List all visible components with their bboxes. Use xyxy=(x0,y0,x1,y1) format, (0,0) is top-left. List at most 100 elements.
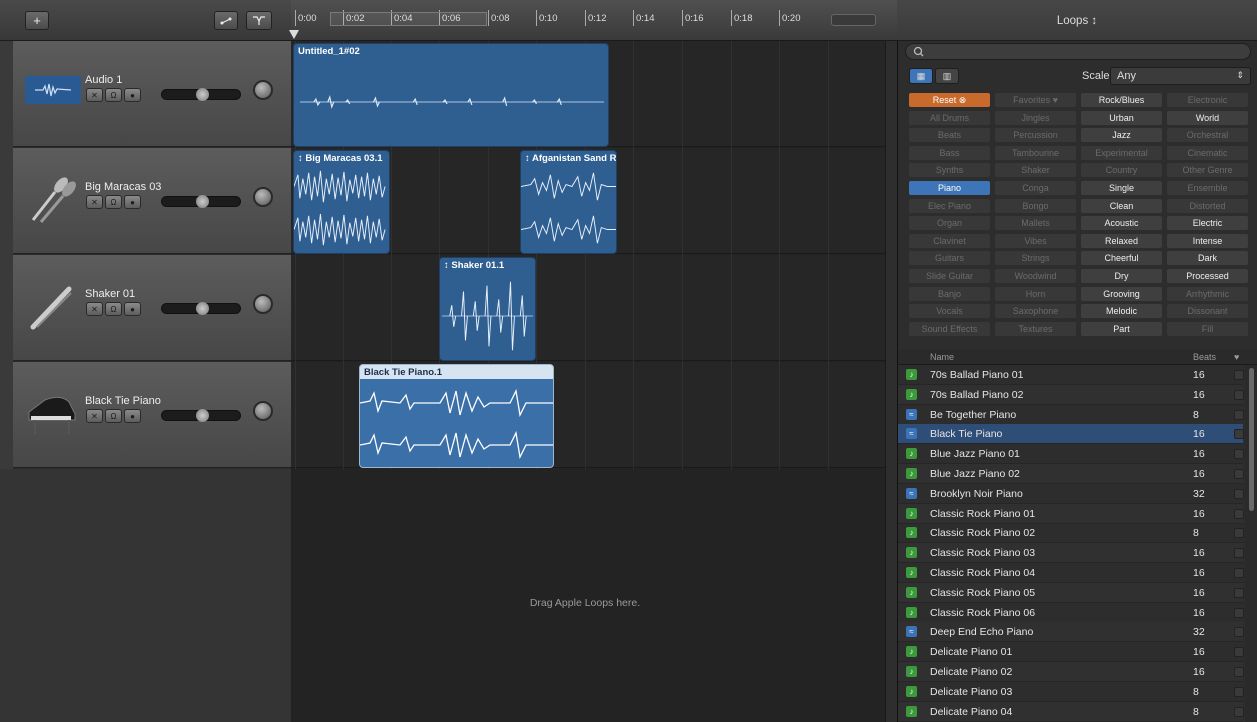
keyword-button-mallets[interactable]: Mallets xyxy=(995,216,1076,231)
favorite-checkbox[interactable] xyxy=(1234,449,1244,460)
keyword-button-arrhythmic[interactable]: Arrhythmic xyxy=(1167,286,1248,301)
solo-button[interactable]: Ω xyxy=(105,195,122,209)
track-name[interactable]: Shaker 01 xyxy=(85,288,135,300)
keyword-button-saxophone[interactable]: Saxophone xyxy=(995,304,1076,319)
button-view-button[interactable]: ▦ xyxy=(909,68,933,84)
mute-button[interactable]: ✕ xyxy=(86,409,103,423)
pan-knob[interactable] xyxy=(253,80,273,100)
volume-knob[interactable] xyxy=(196,88,209,101)
loop-list-item[interactable]: ♪ Classic Rock Piano 06 16 xyxy=(898,603,1244,623)
favorite-checkbox[interactable] xyxy=(1234,370,1244,380)
track-lane[interactable] xyxy=(291,255,885,361)
keyword-button-cinematic[interactable]: Cinematic xyxy=(1167,145,1248,160)
track-header-black-tie-piano[interactable]: Black Tie Piano ✕ Ω ● xyxy=(13,362,291,468)
keyword-button-clavinet[interactable]: Clavinet xyxy=(909,233,990,248)
loop-list-item[interactable]: ♪ Delicate Piano 04 8 xyxy=(898,701,1244,722)
pan-knob[interactable] xyxy=(253,294,273,314)
keyword-button-grooving[interactable]: Grooving xyxy=(1081,286,1162,301)
mute-button[interactable]: ✕ xyxy=(86,88,103,102)
keyword-button-single[interactable]: Single xyxy=(1081,181,1162,195)
record-enable-button[interactable]: ● xyxy=(124,409,141,423)
track-header-shaker[interactable]: Shaker 01 ✕ Ω ● xyxy=(13,255,291,361)
keyword-button-slide-guitar[interactable]: Slide Guitar xyxy=(909,269,990,283)
record-enable-button[interactable]: ● xyxy=(124,195,141,209)
loop-list-item[interactable]: ♪ Blue Jazz Piano 01 16 xyxy=(898,444,1244,465)
favorite-checkbox[interactable] xyxy=(1234,568,1244,578)
pan-knob[interactable] xyxy=(253,401,273,421)
loop-list-item[interactable]: ♪ Delicate Piano 01 16 xyxy=(898,642,1244,663)
keyword-button-all-drums[interactable]: All Drums xyxy=(909,110,990,125)
loop-list-item[interactable]: ♪ Delicate Piano 02 16 xyxy=(898,662,1244,682)
record-enable-button[interactable]: ● xyxy=(124,302,141,316)
keyword-button-melodic[interactable]: Melodic xyxy=(1081,304,1162,319)
automation-button[interactable] xyxy=(214,11,238,30)
add-track-button[interactable]: + xyxy=(25,11,49,30)
keyword-button-vibes[interactable]: Vibes xyxy=(995,233,1076,248)
keyword-button-tambourine[interactable]: Tambourine xyxy=(995,145,1076,160)
favorite-checkbox[interactable] xyxy=(1234,508,1244,519)
keyword-button-relaxed[interactable]: Relaxed xyxy=(1081,233,1162,248)
favorite-checkbox[interactable] xyxy=(1234,627,1244,638)
loop-list-item[interactable]: ♪ Classic Rock Piano 05 16 xyxy=(898,582,1244,603)
loop-list-item[interactable]: ≈ Be Together Piano 8 xyxy=(898,405,1244,425)
track-header-big-maracas[interactable]: Big Maracas 03 ✕ Ω ● xyxy=(13,148,291,254)
keyword-button-dark[interactable]: Dark xyxy=(1167,251,1248,266)
cycle-region[interactable] xyxy=(330,12,487,26)
keyword-button-urban[interactable]: Urban xyxy=(1081,110,1162,125)
keyword-button-jingles[interactable]: Jingles xyxy=(995,110,1076,125)
track-name[interactable]: Black Tie Piano xyxy=(85,395,161,407)
favorite-checkbox[interactable] xyxy=(1234,607,1244,618)
keyword-button-piano[interactable]: Piano xyxy=(909,181,990,195)
loop-list-item[interactable]: ≈ Black Tie Piano 16 xyxy=(898,424,1244,445)
keyword-button-acoustic[interactable]: Acoustic xyxy=(1081,216,1162,231)
keyword-button-shaker[interactable]: Shaker xyxy=(995,163,1076,178)
loop-search-input[interactable] xyxy=(905,43,1251,60)
loop-list-item[interactable]: ♪ Classic Rock Piano 01 16 xyxy=(898,503,1244,524)
track-name[interactable]: Big Maracas 03 xyxy=(85,181,161,193)
scale-select[interactable]: Any ⇕ xyxy=(1110,67,1251,85)
loop-browser-title[interactable]: Loops ↕ xyxy=(897,15,1257,27)
keyword-button-fill[interactable]: Fill xyxy=(1167,321,1248,336)
favorite-checkbox[interactable] xyxy=(1234,647,1244,658)
loop-list-item[interactable]: ≈ Deep End Echo Piano 32 xyxy=(898,622,1244,643)
volume-slider[interactable] xyxy=(161,88,241,101)
loop-list-item[interactable]: ♪ 70s Ballad Piano 02 16 xyxy=(898,384,1244,405)
keyword-button-elec-piano[interactable]: Elec Piano xyxy=(909,198,990,213)
keyword-button-distorted[interactable]: Distorted xyxy=(1167,198,1248,213)
keyword-button-part[interactable]: Part xyxy=(1081,321,1162,336)
keyword-button-organ[interactable]: Organ xyxy=(909,216,990,231)
mute-button[interactable]: ✕ xyxy=(86,195,103,209)
keyword-button-dry[interactable]: Dry xyxy=(1081,269,1162,283)
favorite-checkbox[interactable] xyxy=(1234,706,1244,717)
volume-slider[interactable] xyxy=(161,302,241,315)
record-enable-button[interactable]: ● xyxy=(124,88,141,102)
keyword-button-textures[interactable]: Textures xyxy=(995,321,1076,336)
keyword-button-woodwind[interactable]: Woodwind xyxy=(995,269,1076,283)
track-name[interactable]: Audio 1 xyxy=(85,74,122,86)
solo-button[interactable]: Ω xyxy=(105,409,122,423)
keyword-button-conga[interactable]: Conga xyxy=(995,181,1076,195)
keyword-button-guitars[interactable]: Guitars xyxy=(909,251,990,266)
solo-button[interactable]: Ω xyxy=(105,88,122,102)
audio-region[interactable]: Untitled_1#02 xyxy=(293,43,609,147)
keyword-button-synths[interactable]: Synths xyxy=(909,163,990,178)
column-view-button[interactable]: ▥ xyxy=(935,68,959,84)
smart-tempo-button[interactable] xyxy=(246,11,272,30)
keyword-button-dissonant[interactable]: Dissonant xyxy=(1167,304,1248,319)
keyword-button-orchestral[interactable]: Orchestral xyxy=(1167,128,1248,143)
track-header-audio-1[interactable]: Audio 1 ✕ Ω ● xyxy=(13,41,291,147)
playhead-marker[interactable] xyxy=(289,30,299,39)
favorite-checkbox[interactable] xyxy=(1234,429,1244,440)
favorite-checkbox[interactable] xyxy=(1234,469,1244,479)
keyword-button-ensemble[interactable]: Ensemble xyxy=(1167,181,1248,195)
keyword-button-beats[interactable]: Beats xyxy=(909,128,990,143)
loop-list-item[interactable]: ♪ Classic Rock Piano 02 8 xyxy=(898,523,1244,544)
favorite-checkbox[interactable] xyxy=(1234,667,1244,677)
volume-slider[interactable] xyxy=(161,409,241,422)
loop-list-item[interactable]: ♪ Classic Rock Piano 04 16 xyxy=(898,563,1244,583)
keyword-button-cheerful[interactable]: Cheerful xyxy=(1081,251,1162,266)
loop-region[interactable]: ↕ Shaker 01.1 xyxy=(439,257,536,361)
keyword-button-vocals[interactable]: Vocals xyxy=(909,304,990,319)
keyword-button-world[interactable]: World xyxy=(1167,110,1248,125)
favorite-checkbox[interactable] xyxy=(1234,488,1244,499)
